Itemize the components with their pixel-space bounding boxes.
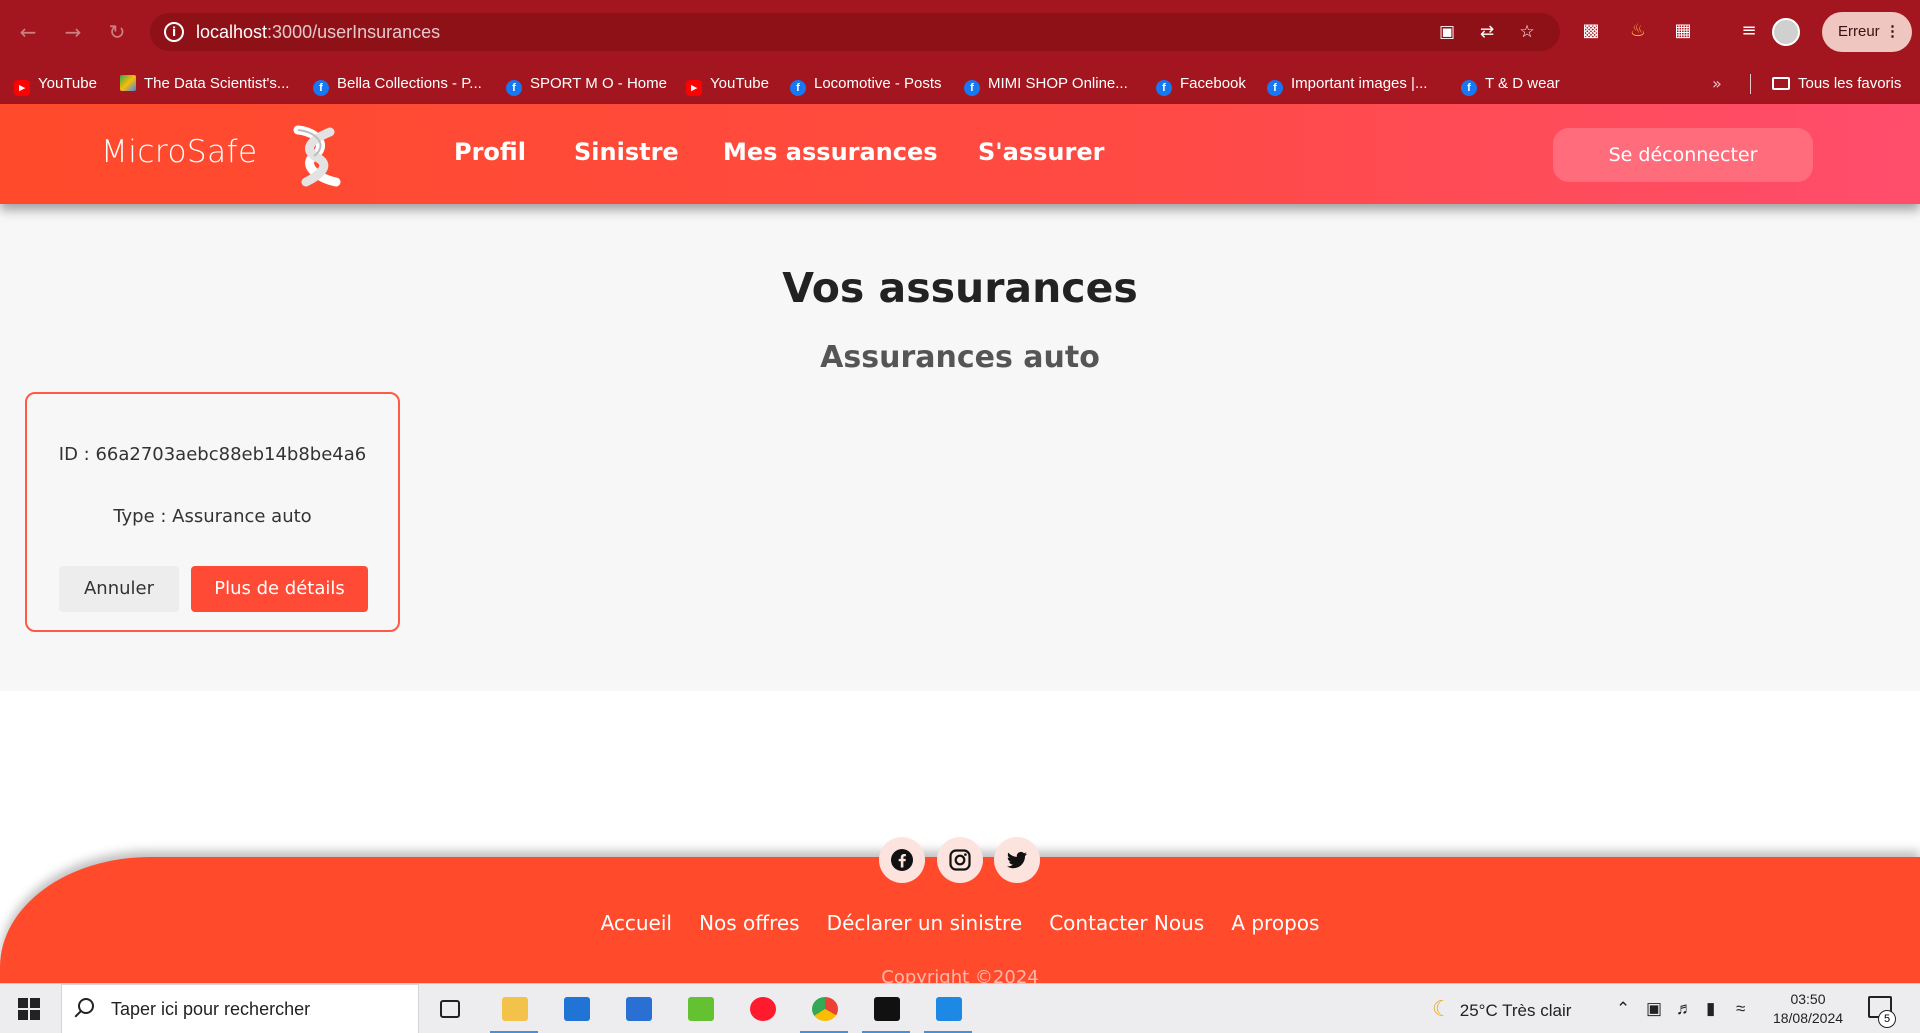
store-icon[interactable] <box>610 984 666 1033</box>
bookmark-item[interactable]: f Important images |... <box>1267 64 1427 104</box>
mail-icon[interactable] <box>548 984 604 1033</box>
opera-browser-icon[interactable] <box>734 984 790 1033</box>
bookmark-item[interactable]: f Facebook <box>1156 64 1246 104</box>
facebook-icon: f <box>1461 80 1477 96</box>
footer-link-declarer-sinistre[interactable]: Déclarer un sinistre <box>827 911 1022 935</box>
folder-icon <box>1772 77 1790 90</box>
install-app-icon[interactable]: ▣ <box>1436 21 1458 43</box>
section-title: Assurances auto <box>820 340 1100 375</box>
forward-icon[interactable]: → <box>59 18 87 46</box>
fire-extension-icon[interactable]: ♨ <box>1625 18 1651 44</box>
system-clock[interactable]: 03:50 18/08/2024 <box>1766 990 1850 1028</box>
footer-link-a-propos[interactable]: A propos <box>1231 911 1319 935</box>
logout-button[interactable]: Se déconnecter <box>1553 128 1813 182</box>
bookmark-item[interactable]: f Locomotive - Posts <box>790 64 942 104</box>
all-bookmarks-folder[interactable]: Tous les favoris <box>1772 64 1901 104</box>
taskbar-search-input[interactable]: Taper ici pour rechercher <box>61 984 419 1033</box>
footer-link-accueil[interactable]: Accueil <box>601 911 672 935</box>
translate-icon[interactable]: ⇄ <box>1476 21 1498 43</box>
bookmarks-divider <box>1750 74 1751 94</box>
bookmark-item[interactable]: ▸ YouTube <box>14 64 97 104</box>
os-taskbar: Taper ici pour rechercher ☾ 25°C Très cla… <box>0 983 1920 1033</box>
insurances-page: Vos assurances Assurances auto ID : 66a2… <box>0 204 1920 691</box>
twitter-social-button[interactable] <box>994 837 1040 883</box>
bookmark-item[interactable]: The Data Scientist's... <box>120 64 289 104</box>
volume-icon[interactable]: ♬ <box>1676 984 1693 1033</box>
knot-logo-icon <box>293 125 341 187</box>
weather-moon-icon: ☾ <box>1432 996 1452 1021</box>
browser-toolbar: ← → ↻ i localhost:3000/userInsurances ▣ … <box>0 0 1920 64</box>
site-info-icon[interactable]: i <box>164 22 184 42</box>
battery-icon[interactable]: ▮ <box>1706 984 1715 1033</box>
nav-sassurer[interactable]: S'assurer <box>978 138 1104 166</box>
footer-nav: Accueil Nos offres Déclarer un sinistre … <box>0 911 1920 935</box>
insurance-id: ID : 66a2703aebc88eb14b8be4a6 <box>58 444 367 465</box>
windows-start-icon[interactable] <box>18 998 40 1020</box>
profile-avatar[interactable] <box>1772 18 1800 46</box>
download-manager-icon[interactable] <box>672 984 728 1033</box>
nav-profil[interactable]: Profil <box>454 138 526 166</box>
bookmark-star-icon[interactable]: ☆ <box>1516 21 1538 43</box>
brand-name[interactable]: MicroSafe <box>101 134 258 170</box>
nav-sinistre[interactable]: Sinistre <box>574 138 679 166</box>
instagram-icon <box>949 849 971 871</box>
bookmarks-overflow-icon[interactable]: » <box>1712 64 1722 104</box>
wifi-icon[interactable]: ≈ <box>1736 984 1745 1033</box>
file-explorer-icon[interactable] <box>486 984 542 1033</box>
instagram-social-button[interactable] <box>937 837 983 883</box>
footer-link-nos-offres[interactable]: Nos offres <box>699 911 800 935</box>
menu-dots-icon[interactable]: ⋮ <box>1885 12 1900 52</box>
twitter-icon <box>1007 851 1027 869</box>
bookmark-item[interactable]: ▸ YouTube <box>686 64 769 104</box>
bookmark-item[interactable]: fT & D wear <box>1461 64 1560 104</box>
search-icon <box>78 998 94 1014</box>
insurance-card: ID : 66a2703aebc88eb14b8be4a6 Type : Ass… <box>25 392 400 632</box>
reading-list-icon[interactable]: ≡ <box>1736 18 1762 44</box>
facebook-icon: f <box>1267 80 1283 96</box>
back-icon[interactable]: ← <box>14 18 42 46</box>
address-bar[interactable]: i localhost:3000/userInsurances ▣ ⇄ ☆ <box>150 13 1560 51</box>
facebook-icon: f <box>506 80 522 96</box>
bookmark-item[interactable]: f Bella Collections - P... <box>313 64 482 104</box>
tray-security-icon[interactable]: ▣ <box>1646 984 1662 1033</box>
bookmarks-bar: ▸ YouTube The Data Scientist's... f Bella … <box>0 64 1920 104</box>
facebook-icon: f <box>313 80 329 96</box>
notification-count: 5 <box>1878 1010 1896 1028</box>
app-header: MicroSafe Profil Sinistre Mes assurances… <box>0 104 1920 204</box>
bookmark-item[interactable]: f MIMI SHOP Online... <box>964 64 1128 104</box>
facebook-icon <box>891 849 913 871</box>
pocket-extension-icon[interactable]: ▩ <box>1578 18 1604 44</box>
extensions-puzzle-icon[interactable]: ▦ <box>1670 18 1696 44</box>
facebook-icon: f <box>1156 80 1172 96</box>
terminal-icon[interactable] <box>858 984 914 1033</box>
reload-icon[interactable]: ↻ <box>103 18 131 46</box>
tray-chevron-icon[interactable]: ⌃ <box>1616 984 1630 1033</box>
insurance-type: Type : Assurance auto <box>113 506 312 527</box>
facebook-icon: f <box>964 80 980 96</box>
url-text[interactable]: localhost:3000/userInsurances <box>196 22 440 43</box>
details-button[interactable]: Plus de détails <box>191 566 368 612</box>
youtube-icon: ▸ <box>686 80 702 96</box>
bookmark-item[interactable]: f SPORT M O - Home <box>506 64 667 104</box>
weather-widget[interactable]: ☾ 25°C Très clair <box>1432 984 1571 1033</box>
google-drive-icon <box>120 75 136 91</box>
chrome-browser-icon[interactable] <box>796 984 852 1033</box>
footer-link-contact[interactable]: Contacter Nous <box>1049 911 1204 935</box>
facebook-social-button[interactable] <box>879 837 925 883</box>
cancel-button[interactable]: Annuler <box>59 566 179 612</box>
task-view-icon[interactable] <box>422 984 478 1033</box>
facebook-icon: f <box>790 80 806 96</box>
youtube-icon: ▸ <box>14 80 30 96</box>
profile-error-button[interactable]: Erreur ⋮ <box>1822 12 1912 52</box>
page-title: Vos assurances <box>782 264 1138 312</box>
nav-mes-assurances[interactable]: Mes assurances <box>723 138 938 166</box>
vscode-icon[interactable] <box>920 984 976 1033</box>
